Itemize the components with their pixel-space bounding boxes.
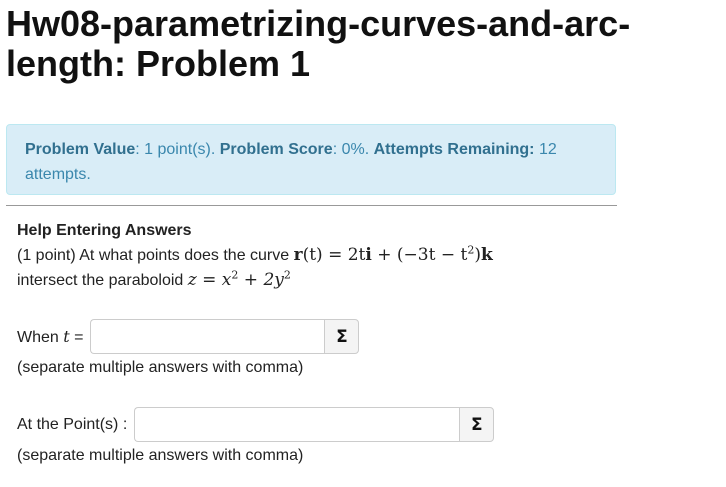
- curve-r: r: [293, 245, 303, 265]
- answer-label-t: When t =: [17, 326, 84, 346]
- answer-label-points: At the Point(s) :: [17, 415, 128, 433]
- answer-input-points[interactable]: [134, 407, 460, 442]
- answer-row-t: When t = Σ: [17, 319, 360, 354]
- problem-info-box: Problem Value: 1 point(s). Problem Score…: [6, 124, 616, 195]
- curve-k: k: [480, 245, 493, 265]
- problem-statement-line2-text: intersect the paraboloid: [17, 272, 184, 289]
- problem-score-label: Problem Score: [219, 141, 333, 158]
- answer-row-points: At the Point(s) : Σ: [17, 407, 495, 442]
- divider: [6, 205, 617, 206]
- page-title: Hw08-parametrizing-curves-and-arc-length…: [6, 3, 631, 84]
- problem-body: Help Entering Answers (1 point) At what …: [17, 218, 617, 293]
- help-entering-answers-link[interactable]: Help Entering Answers: [17, 222, 192, 239]
- curve-lhs: (t) = 2t: [302, 245, 366, 265]
- problem-value-text: : 1 point(s).: [135, 141, 216, 158]
- paraboloid-mid: + 2y: [238, 270, 284, 290]
- problem-score-text: : 0%.: [332, 141, 370, 158]
- answer-input-t[interactable]: [90, 319, 325, 354]
- curve-close: ): [474, 245, 481, 265]
- paraboloid-exp2: 2: [283, 268, 291, 282]
- problem-statement-line1: (1 point) At what points does the curve …: [17, 243, 617, 268]
- variable-t: t: [63, 326, 70, 346]
- problem-statement-prefix: (1 point) At what points does the curve: [17, 247, 290, 264]
- attempts-remaining-label: Attempts Remaining:: [373, 141, 535, 158]
- paraboloid-equation: z = x2 + 2y2: [187, 268, 291, 290]
- problem-statement-line2: intersect the paraboloid z = x2 + 2y2: [17, 268, 617, 293]
- equation-editor-button-points[interactable]: Σ: [459, 407, 495, 442]
- curve-mid: + (−3t − t: [371, 245, 468, 265]
- problem-value-label: Problem Value: [25, 141, 136, 158]
- paraboloid-lhs: z = x: [187, 270, 232, 290]
- answer-hint-t: (separate multiple answers with comma): [17, 359, 304, 376]
- curve-equation: r(t) = 2ti + (−3t − t2)k: [293, 244, 493, 265]
- equation-editor-button-t[interactable]: Σ: [324, 319, 360, 354]
- answer-hint-points: (separate multiple answers with comma): [17, 447, 304, 464]
